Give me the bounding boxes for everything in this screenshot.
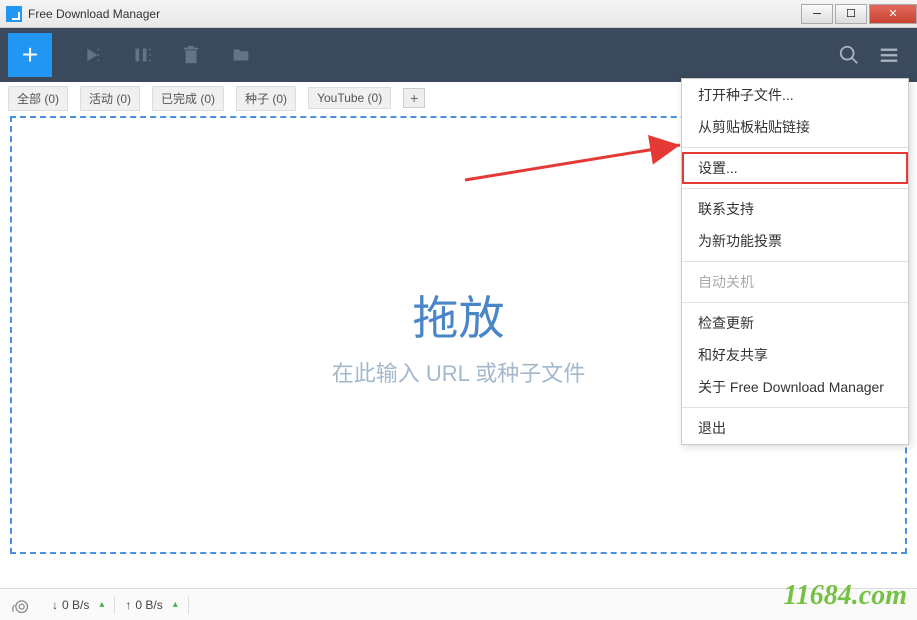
menu-exit[interactable]: 退出 bbox=[682, 412, 908, 444]
drop-title: 拖放 bbox=[413, 282, 505, 348]
upload-arrow-icon: ↑ bbox=[125, 598, 131, 612]
menu-separator bbox=[682, 147, 908, 148]
hamburger-menu-button[interactable] bbox=[869, 35, 909, 75]
close-button[interactable]: ✕ bbox=[869, 4, 917, 24]
menu-auto-shutdown: 自动关机 bbox=[682, 266, 908, 298]
menu-about[interactable]: 关于 Free Download Manager bbox=[682, 371, 908, 403]
upload-speed-value: 0 B/s bbox=[135, 598, 162, 612]
download-arrow-icon: ↓ bbox=[52, 598, 58, 612]
filter-seeds[interactable]: 种子 (0) bbox=[236, 86, 296, 111]
filter-youtube[interactable]: YouTube (0) bbox=[308, 87, 391, 109]
maximize-button[interactable]: ☐ bbox=[835, 4, 867, 24]
delete-button[interactable] bbox=[170, 34, 212, 76]
menu-settings[interactable]: 设置... bbox=[682, 152, 908, 184]
folder-button[interactable] bbox=[220, 34, 262, 76]
play-button[interactable] bbox=[70, 34, 112, 76]
chevron-up-icon: ▴ bbox=[99, 599, 104, 610]
titlebar: Free Download Manager ─ ☐ ✕ bbox=[0, 0, 917, 28]
window-title: Free Download Manager bbox=[28, 7, 160, 21]
drop-subtitle: 在此输入 URL 或种子文件 bbox=[332, 356, 585, 388]
toolbar: + bbox=[0, 28, 917, 82]
filter-completed[interactable]: 已完成 (0) bbox=[152, 86, 224, 111]
add-filter-button[interactable]: + bbox=[403, 88, 425, 108]
filter-active[interactable]: 活动 (0) bbox=[80, 86, 140, 111]
menu-separator bbox=[682, 407, 908, 408]
menu-separator bbox=[682, 188, 908, 189]
chevron-up-icon: ▴ bbox=[173, 599, 178, 610]
upload-speed[interactable]: ↑ 0 B/s ▴ bbox=[115, 596, 188, 614]
app-icon bbox=[6, 6, 22, 22]
snail-mode-icon[interactable] bbox=[8, 593, 32, 617]
statusbar: ↓ 0 B/s ▴ ↑ 0 B/s ▴ bbox=[0, 588, 917, 620]
menu-share-friends[interactable]: 和好友共享 bbox=[682, 339, 908, 371]
menu-contact-support[interactable]: 联系支持 bbox=[682, 193, 908, 225]
watermark: 11684.com bbox=[783, 580, 907, 612]
menu-check-updates[interactable]: 检查更新 bbox=[682, 307, 908, 339]
menu-vote-features[interactable]: 为新功能投票 bbox=[682, 225, 908, 257]
menu-separator bbox=[682, 261, 908, 262]
context-menu: 打开种子文件... 从剪贴板粘贴链接 设置... 联系支持 为新功能投票 自动关… bbox=[681, 78, 909, 445]
menu-open-torrent[interactable]: 打开种子文件... bbox=[682, 79, 908, 111]
search-button[interactable] bbox=[829, 35, 869, 75]
minimize-button[interactable]: ─ bbox=[801, 4, 833, 24]
menu-separator bbox=[682, 302, 908, 303]
window-controls: ─ ☐ ✕ bbox=[799, 4, 917, 24]
download-speed[interactable]: ↓ 0 B/s ▴ bbox=[42, 596, 115, 614]
add-download-button[interactable]: + bbox=[8, 33, 52, 77]
filter-all[interactable]: 全部 (0) bbox=[8, 86, 68, 111]
annotation-arrow bbox=[460, 130, 700, 190]
menu-paste-clipboard[interactable]: 从剪贴板粘贴链接 bbox=[682, 111, 908, 143]
pause-button[interactable] bbox=[120, 34, 162, 76]
download-speed-value: 0 B/s bbox=[62, 598, 89, 612]
